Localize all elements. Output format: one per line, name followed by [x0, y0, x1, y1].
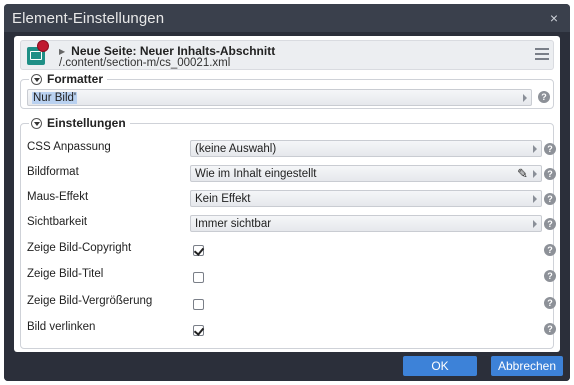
help-icon[interactable]: ?: [544, 218, 556, 230]
visibility-select[interactable]: Immer sichtbar: [190, 215, 542, 232]
resource-title: Neue Seite: Neuer Inhalts-Abschnitt: [71, 44, 276, 58]
select-value: (keine Auswahl): [195, 142, 277, 155]
select-value: Wie im Inhalt eingestellt: [195, 167, 317, 180]
settings-row-label: Zeige Bild-Titel: [27, 268, 104, 280]
settings-row-label: Bild verlinken: [27, 321, 96, 333]
css-adjustment-select[interactable]: (keine Auswahl): [190, 140, 542, 157]
image-format-select[interactable]: Wie im Inhalt eingestellt ✎: [190, 165, 542, 182]
formatter-select-value: Nur Bild': [32, 91, 78, 104]
resource-title-row[interactable]: ▶ Neue Seite: Neuer Inhalts-Abschnitt: [59, 44, 275, 58]
ok-button[interactable]: OK: [403, 356, 477, 376]
select-value: Kein Effekt: [195, 192, 251, 205]
settings-row-label: Bildformat: [27, 166, 79, 178]
resource-info-box: ▶ Neue Seite: Neuer Inhalts-Abschnitt /.c…: [20, 40, 554, 70]
dialog-title: Element-Einstellungen: [12, 9, 165, 27]
help-icon[interactable]: ?: [544, 270, 556, 282]
formatter-legend[interactable]: Formatter: [29, 72, 108, 86]
settings-legend-label: Einstellungen: [47, 116, 126, 130]
element-settings-dialog: Element-Einstellungen × ▶ Neue Seite: Neu…: [4, 4, 570, 381]
settings-row-label: Zeige Bild-Vergrößerung: [27, 295, 153, 307]
image-resource-icon[interactable]: [27, 40, 49, 65]
help-icon[interactable]: ?: [544, 323, 556, 335]
settings-legend[interactable]: Einstellungen: [29, 116, 130, 130]
show-title-checkbox[interactable]: [193, 272, 204, 283]
help-icon[interactable]: ?: [544, 244, 556, 256]
settings-row-label: Sichtbarkeit: [27, 216, 88, 228]
cancel-button[interactable]: Abbrechen: [491, 356, 563, 376]
link-image-checkbox[interactable]: [193, 325, 204, 336]
close-icon[interactable]: ×: [546, 10, 562, 26]
mouse-effect-select[interactable]: Kein Effekt: [190, 190, 542, 207]
chevron-right-icon: [533, 220, 537, 228]
resource-status-badge: [37, 40, 49, 52]
formatter-select[interactable]: Nur Bild': [27, 89, 532, 106]
chevron-right-icon: [533, 195, 537, 203]
expand-triangle-icon[interactable]: ▶: [59, 47, 65, 56]
dialog-titlebar[interactable]: Element-Einstellungen ×: [4, 4, 570, 32]
settings-row-label: CSS Anpassung: [27, 141, 111, 153]
resource-path: /.content/section-m/cs_00021.xml: [59, 57, 231, 69]
show-zoom-checkbox[interactable]: [193, 299, 204, 310]
formatter-fieldset: Formatter Nur Bild' ?: [20, 72, 554, 109]
help-icon[interactable]: ?: [544, 193, 556, 205]
show-copyright-checkbox[interactable]: [193, 245, 204, 256]
collapse-toggle-icon[interactable]: [31, 73, 42, 85]
settings-row-label: Zeige Bild-Copyright: [27, 242, 132, 254]
settings-fieldset: Einstellungen CSS Anpassung (keine Auswa…: [20, 116, 556, 349]
dialog-content: ▶ Neue Seite: Neuer Inhalts-Abschnitt /.c…: [14, 36, 560, 352]
hamburger-menu-icon[interactable]: [535, 48, 549, 63]
collapse-toggle-icon[interactable]: [31, 117, 42, 129]
select-value: Immer sichtbar: [195, 217, 272, 230]
formatter-legend-label: Formatter: [47, 72, 104, 86]
chevron-right-icon: [523, 94, 527, 102]
help-icon[interactable]: ?: [538, 91, 550, 103]
help-icon[interactable]: ?: [544, 168, 556, 180]
chevron-right-icon: [533, 170, 537, 178]
pencil-icon[interactable]: ✎: [517, 166, 528, 182]
help-icon[interactable]: ?: [544, 297, 556, 309]
dialog-footer: OK Abbrechen: [4, 352, 570, 381]
settings-row-label: Maus-Effekt: [27, 191, 89, 203]
chevron-right-icon: [533, 145, 537, 153]
help-icon[interactable]: ?: [544, 143, 556, 155]
